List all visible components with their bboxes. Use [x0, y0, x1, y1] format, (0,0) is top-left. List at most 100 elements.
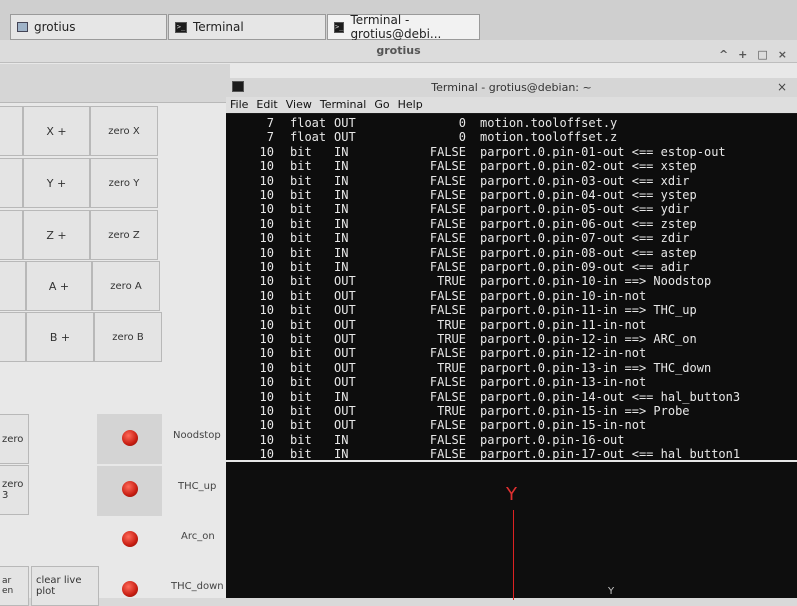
- pin-value: FALSE: [429, 288, 466, 303]
- stick-button[interactable]: +: [738, 44, 747, 66]
- pin-owner: 10: [259, 303, 274, 318]
- pin-type: bit: [290, 317, 312, 332]
- pin-owner: 10: [259, 188, 274, 202]
- pin-dir: OUT: [334, 360, 356, 375]
- terminal-line: 10 bit OUT TRUE parport.0.pin-11-in-not: [226, 318, 797, 332]
- pin-name: parport.0.pin-15-in ==> Probe: [480, 404, 690, 418]
- pin-owner: 10: [259, 260, 274, 274]
- terminal-icon: >_: [334, 21, 345, 33]
- thc-down-led-icon: [122, 581, 138, 597]
- task-terminal[interactable]: >_ Terminal: [168, 14, 326, 40]
- jog-left-x[interactable]: [0, 106, 23, 156]
- zero-b-button[interactable]: zero B: [94, 312, 162, 362]
- zero-left-button[interactable]: zero: [0, 414, 29, 464]
- pin-name: parport.0.pin-04-out <== ystep: [480, 188, 697, 202]
- zero-x-button[interactable]: zero X: [90, 106, 158, 156]
- taskbar: grotius >_ Terminal >_ Terminal - grotiu…: [0, 0, 797, 42]
- terminal-line: 10 bit OUT FALSE parport.0.pin-12-in-not: [226, 346, 797, 360]
- task-grotius[interactable]: grotius: [10, 14, 167, 40]
- pin-owner: 7: [266, 116, 274, 130]
- arc-on-led-icon: [122, 531, 138, 547]
- terminal-line: 10 bit IN FALSE parport.0.pin-03-out <== xdi…: [226, 174, 797, 188]
- pin-owner: 10: [259, 418, 274, 433]
- live-plot-preview[interactable]: Y Y: [226, 462, 797, 600]
- terminal-line: 10 bit OUT FALSE parport.0.pin-10-in-not: [226, 289, 797, 303]
- pin-type: bit: [290, 303, 312, 318]
- jog-left-z[interactable]: [0, 210, 23, 260]
- pin-type: bit: [290, 159, 312, 174]
- terminal-line: 7 float OUT 0 motion.tooloffset.y: [226, 116, 797, 130]
- pin-dir: IN: [334, 260, 349, 274]
- pin-type: bit: [290, 418, 312, 433]
- pin-dir: IN: [334, 389, 349, 404]
- thc-down-label: THC_down: [171, 581, 224, 592]
- jog-x-plus-button[interactable]: X +: [23, 106, 90, 156]
- pin-dir: OUT: [334, 332, 356, 346]
- pin-value: FALSE: [429, 346, 466, 361]
- jog-left-y[interactable]: [0, 158, 23, 208]
- terminal-line: 10 bit IN FALSE parport.0.pin-05-out <== ydi…: [226, 202, 797, 216]
- pin-type: bit: [290, 404, 312, 418]
- pin-dir: IN: [334, 245, 349, 260]
- pin-dir: OUT: [334, 346, 356, 361]
- pin-dir: IN: [334, 202, 349, 217]
- pin-name: parport.0.pin-09-out <== adir: [480, 260, 690, 274]
- close-icon[interactable]: ×: [777, 78, 787, 97]
- window-controls: ^ + □ ×: [719, 44, 787, 66]
- pin-value: TRUE: [437, 404, 466, 418]
- terminal-line: 10 bit OUT TRUE parport.0.pin-12-in ==> ARC_…: [226, 332, 797, 346]
- pin-value: FALSE: [429, 260, 466, 274]
- pin-dir: IN: [334, 432, 349, 447]
- jog-left-a[interactable]: [0, 261, 26, 311]
- pin-type: bit: [290, 389, 312, 404]
- menu-help[interactable]: Help: [394, 97, 427, 113]
- task-terminal-grotius[interactable]: >_ Terminal - grotius@debi...: [327, 13, 480, 41]
- pin-type: bit: [290, 375, 312, 390]
- zero-z-button[interactable]: zero Z: [90, 210, 158, 260]
- pin-owner: 10: [259, 432, 274, 447]
- terminal-line: 10 bit OUT TRUE parport.0.pin-13-in ==> THC_…: [226, 361, 797, 375]
- pin-owner: 10: [259, 202, 274, 217]
- pin-owner: 10: [259, 288, 274, 303]
- clear-live-plot-button[interactable]: clear live plot: [31, 566, 99, 606]
- thc-up-label: THC_up: [178, 481, 217, 492]
- jog-a-plus-button[interactable]: A +: [26, 261, 92, 311]
- maximize-button[interactable]: □: [757, 44, 767, 66]
- pin-owner: 10: [259, 144, 274, 159]
- pin-dir: OUT: [334, 418, 356, 433]
- pin-type: float: [290, 130, 327, 145]
- terminal-line: 10 bit IN FALSE parport.0.pin-09-out <== adi…: [226, 260, 797, 274]
- close-button[interactable]: ×: [778, 44, 787, 66]
- menu-go[interactable]: Go: [370, 97, 393, 113]
- jog-left-b[interactable]: [0, 312, 26, 362]
- menu-file[interactable]: File: [226, 97, 252, 113]
- menu-edit[interactable]: Edit: [252, 97, 281, 113]
- menu-view[interactable]: View: [282, 97, 316, 113]
- terminal-line: 10 bit OUT TRUE parport.0.pin-15-in ==> Prob…: [226, 404, 797, 418]
- pin-value: TRUE: [437, 332, 466, 346]
- terminal-icon: >_: [175, 21, 187, 33]
- jog-z-plus-button[interactable]: Z +: [23, 210, 90, 260]
- noodstop-label: Noodstop: [173, 430, 221, 441]
- pin-type: bit: [290, 173, 312, 188]
- jog-y-plus-button[interactable]: Y +: [23, 158, 90, 208]
- clear-left-button[interactable]: ar en: [0, 566, 29, 606]
- menu-terminal[interactable]: Terminal: [316, 97, 371, 113]
- zero-a-button[interactable]: zero A: [92, 261, 160, 311]
- terminal-line: 7 float OUT 0 motion.tooloffset.z: [226, 130, 797, 144]
- pin-value: FALSE: [429, 418, 466, 433]
- pin-value: FALSE: [429, 375, 466, 390]
- pin-dir: IN: [334, 231, 349, 246]
- jog-b-plus-button[interactable]: B +: [26, 312, 94, 362]
- pin-owner: 10: [259, 245, 274, 260]
- terminal-line: 10 bit OUT FALSE parport.0.pin-11-in ==> THC…: [226, 303, 797, 317]
- pin-name: parport.0.pin-15-in-not: [480, 418, 647, 433]
- terminal-output[interactable]: 7 float OUT 0 motion.tooloffset.y 7 float OUT 0 m…: [226, 114, 797, 461]
- terminal-menubar: File Edit View Terminal Go Help: [226, 97, 797, 113]
- zero-y-button[interactable]: zero Y: [90, 158, 158, 208]
- zero-left-button-2[interactable]: zero 3: [0, 465, 29, 515]
- pin-dir: IN: [334, 159, 349, 174]
- terminal-line: 10 bit IN FALSE parport.0.pin-08-out <== ast…: [226, 246, 797, 260]
- roll-up-button[interactable]: ^: [719, 44, 728, 66]
- pin-value: FALSE: [429, 303, 466, 318]
